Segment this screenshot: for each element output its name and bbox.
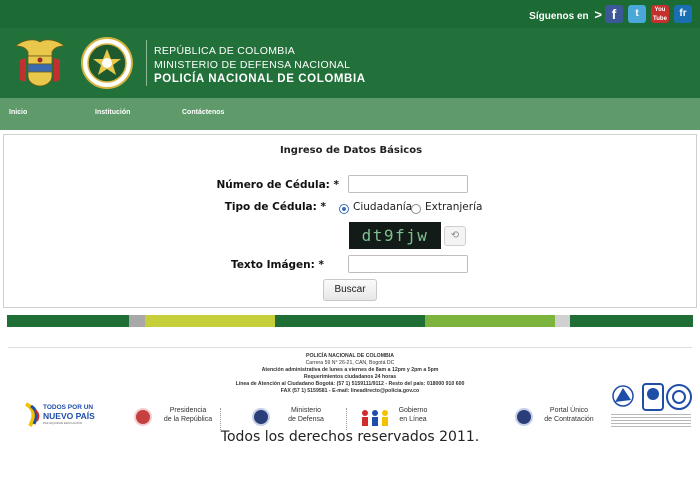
site-header: REPÚBLICA DE COLOMBIA MINISTERIO DE DEFE… <box>0 28 700 98</box>
follow-label: Síguenos en <box>529 11 589 22</box>
search-button[interactable]: Buscar <box>323 279 377 301</box>
stripe-segment <box>275 315 425 327</box>
stripe-segment <box>145 315 275 327</box>
presidencia-seal-icon <box>134 408 152 426</box>
follow-us-text: Síguenos en > <box>529 7 602 22</box>
radio-ciudadania[interactable] <box>339 204 349 214</box>
footer-org: POLICÍA NACIONAL DE COLOMBIA <box>306 353 394 359</box>
footer-requests: Requerimientos ciudadanos 24 horas <box>303 374 397 380</box>
link-ministerio-line2: de Defensa <box>288 416 324 423</box>
youtube-icon[interactable]: You Tube <box>651 5 669 23</box>
link-presidencia-line1: Presidencia <box>169 407 207 414</box>
cedula-label: Número de Cédula: * <box>216 179 339 191</box>
basic-data-form: Ingreso de Datos Básicos Número de Cédul… <box>3 134 697 308</box>
stripe-segment <box>425 315 555 327</box>
link-gobierno-text: Gobierno en Línea <box>390 406 436 424</box>
main-nav: Inicio Institución Contáctenos <box>0 98 700 130</box>
link-presidencia-text: Presidencia de la República <box>156 406 220 424</box>
ministerio-seal-icon <box>252 408 270 426</box>
header-ministry: MINISTERIO DE DEFENSA NACIONAL <box>154 59 351 71</box>
footer-fax: FAX (57 1) 5159581 - E-mail: lineadirect… <box>280 388 420 394</box>
radio-extranjeria-label[interactable]: Extranjería <box>425 201 482 213</box>
gov-logo-line3: PAZ EQUIDAD EDUCACIÓN <box>43 421 82 425</box>
captcha-image: dt9fjw <box>349 222 441 249</box>
captcha-text-label: Texto Imágen: * <box>231 259 324 271</box>
link-ministerio-line1: Ministerio <box>291 407 321 414</box>
nav-item-contactenos[interactable]: Contáctenos <box>182 109 224 116</box>
contratacion-seal-icon <box>515 408 533 426</box>
police-badge-icon <box>81 37 133 89</box>
colombia-coat-of-arms-icon <box>15 39 65 87</box>
gov-logo-line2: NUEVO PAÍS <box>43 411 95 421</box>
link-contratacion-line1: Portal Único <box>549 407 589 414</box>
stripe-segment <box>7 315 129 327</box>
header-republic: REPÚBLICA DE COLOMBIA <box>154 45 296 57</box>
todos-por-un-nuevo-pais-logo[interactable]: TODOS POR UN NUEVO PAÍS PAZ EQUIDAD EDUC… <box>24 400 100 430</box>
stripe-segment <box>570 315 693 327</box>
facebook-icon[interactable]: f <box>605 5 623 23</box>
refresh-icon: ⟲ <box>450 230 460 241</box>
captcha-refresh-button[interactable]: ⟲ <box>444 226 466 246</box>
footer-address: Carrera 59 N° 26-21, CAN, Bogotá DC <box>305 360 395 366</box>
flickr-icon[interactable]: fr <box>674 5 692 23</box>
radio-extranjeria[interactable] <box>411 204 421 214</box>
link-presidencia-line2: de la República <box>163 416 213 423</box>
header-police: POLICÍA NACIONAL DE COLOMBIA <box>154 73 366 85</box>
footer-phone: Línea de Atención al Ciudadano Bogotá: (… <box>235 381 465 387</box>
radio-ciudadania-label[interactable]: Ciudadanía <box>353 201 412 213</box>
stripe-segment <box>555 315 570 327</box>
footer-divider <box>220 408 221 430</box>
nav-item-institucion[interactable]: Institución <box>95 109 130 116</box>
stripe-segment <box>129 315 145 327</box>
header-divider <box>146 40 147 86</box>
captcha-text-input[interactable] <box>348 255 468 273</box>
footer-hours: Atención administrativa de lunes a viern… <box>261 367 439 373</box>
twitter-icon[interactable]: t <box>628 5 646 23</box>
quality-certification-icons <box>612 383 692 411</box>
top-bar: Síguenos en > f t You Tube fr <box>0 0 700 28</box>
link-gobierno-line1: Gobierno <box>398 407 428 414</box>
cedula-input[interactable] <box>348 175 468 193</box>
follow-arrow: > <box>594 7 602 22</box>
site-footer: POLICÍA NACIONAL DE COLOMBIA Carrera 59 … <box>8 347 692 433</box>
gov-logo-line1: TODOS POR UN <box>43 404 94 411</box>
link-gobierno-line2: en Línea <box>399 416 427 423</box>
form-title: Ingreso de Datos Básicos <box>279 145 423 156</box>
nav-item-inicio[interactable]: Inicio <box>9 109 27 116</box>
tipo-cedula-label: Tipo de Cédula: * <box>224 201 326 213</box>
gobierno-en-linea-people-icon <box>362 410 388 426</box>
link-ministerio-text: Ministerio de Defensa <box>274 406 338 424</box>
link-contratacion-line2: de Contratación <box>544 416 594 423</box>
link-contratacion-text: Portal Único de Contratación <box>537 406 601 424</box>
certification-fine-print <box>611 414 691 430</box>
copyright-text: Todos los derechos reservados 2011. <box>220 429 480 445</box>
footer-divider <box>346 408 347 430</box>
colombia-flag-swoosh-icon <box>24 402 40 428</box>
